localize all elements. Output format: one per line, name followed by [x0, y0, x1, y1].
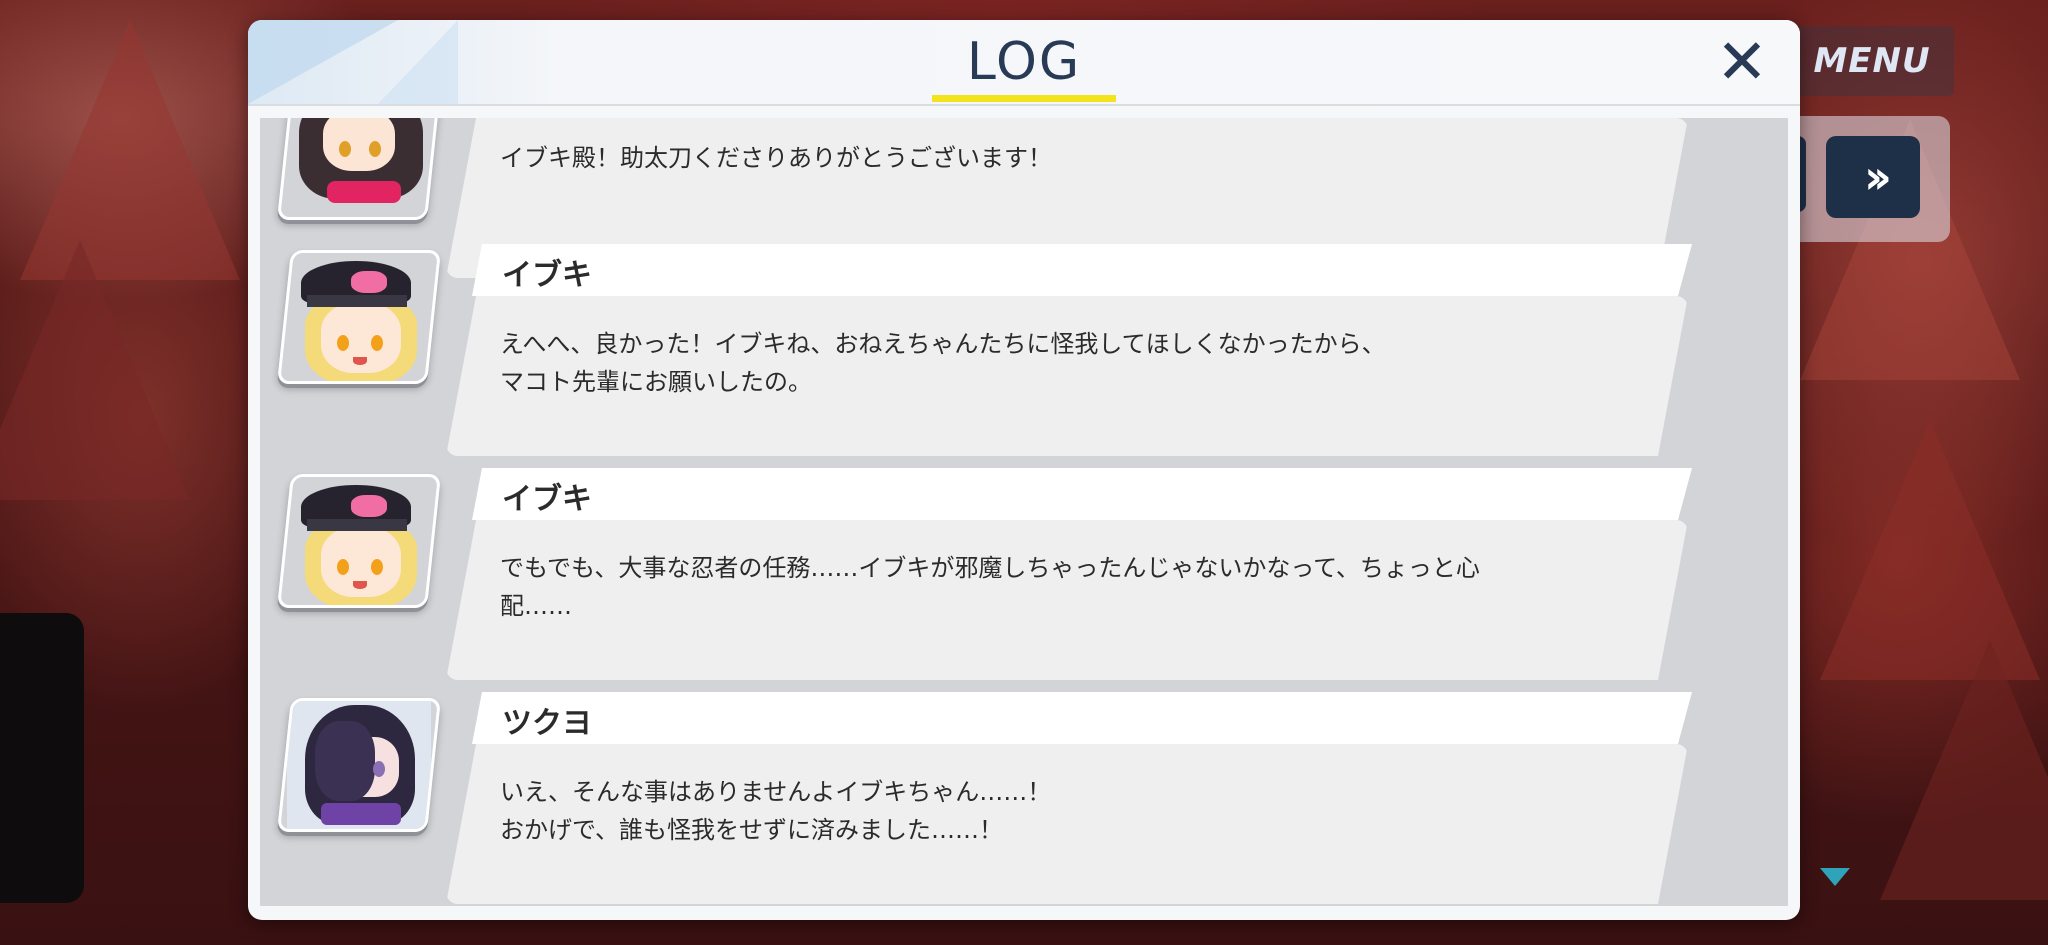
- ibuki-avatar: [276, 474, 442, 608]
- message-box: [446, 520, 1688, 680]
- title-underline: [932, 95, 1116, 102]
- background-tree: [0, 240, 190, 500]
- message-line: マコト先輩にお願いしたの。: [500, 368, 812, 396]
- close-icon: ✕: [1716, 25, 1768, 98]
- speaker-tab: [472, 692, 1692, 744]
- speaker-name: イブキ: [502, 482, 592, 517]
- message-line: でもでも、大事な忍者の任務……イブキが邪魔しちゃったんじゃないかなって、ちょっと…: [500, 554, 1480, 582]
- log-entry: イブキ殿！助太刀くださりありがとうございます！: [260, 118, 1788, 232]
- log-entry: ツクヨ いえ、そんな事はありませんよイブキちゃん……！ おかげで、誰も怪我をせず…: [260, 692, 1788, 906]
- log-window: LOG ✕ イブキ殿！助太刀くださりありがとうございます！ イブキ えへへ、良か…: [248, 20, 1800, 920]
- log-list[interactable]: イブキ殿！助太刀くださりありがとうございます！ イブキ えへへ、良かった！イブキ…: [260, 118, 1788, 906]
- message-line: えへへ、良かった！イブキね、おねえちゃんたちに怪我してほしくなかったから、: [500, 330, 1386, 358]
- close-button[interactable]: ✕: [1710, 30, 1774, 94]
- side-panel: [0, 613, 84, 903]
- speaker-tab: [472, 468, 1692, 520]
- message-line: イブキ殿！助太刀くださりありがとうございます！: [500, 144, 1052, 172]
- speaker-tab: [472, 244, 1692, 296]
- dark-hair-girl-avatar: [276, 118, 442, 220]
- log-entry: イブキ でもでも、大事な忍者の任務……イブキが邪魔しちゃったんじゃないかなって、…: [260, 468, 1788, 692]
- log-entry: イブキ えへへ、良かった！イブキね、おねえちゃんたちに怪我してほしくなかったから…: [260, 244, 1788, 468]
- ibuki-avatar: [276, 250, 442, 384]
- message-line: おかげで、誰も怪我をせずに済みました……！: [500, 816, 1004, 844]
- speaker-name: イブキ: [502, 258, 592, 293]
- tsukuyo-avatar: [276, 698, 442, 832]
- log-title: LOG: [966, 32, 1082, 92]
- log-header: LOG ✕: [248, 20, 1800, 106]
- speaker-name: ツクヨ: [502, 706, 592, 741]
- fast-forward-button[interactable]: ››: [1826, 136, 1920, 218]
- fast-forward-icon: ››: [1864, 150, 1892, 204]
- message-line: いえ、そんな事はありませんよイブキちゃん……！: [500, 778, 1052, 806]
- message-line: 配……: [500, 592, 572, 620]
- advance-indicator-icon: [1820, 868, 1850, 886]
- background-tree: [1880, 640, 2048, 900]
- menu-button[interactable]: MENU: [1790, 26, 1954, 96]
